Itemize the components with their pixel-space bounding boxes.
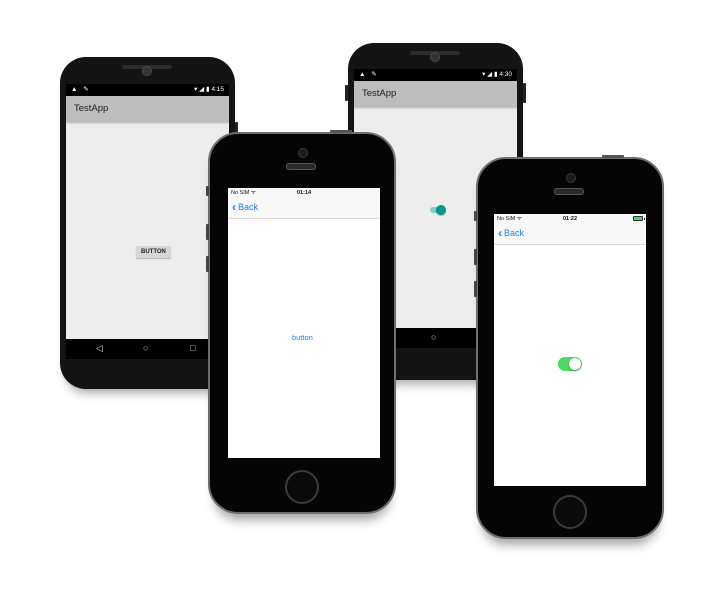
app-button[interactable]: button	[292, 333, 313, 342]
app-title: TestApp	[74, 103, 109, 114]
carrier-label: No SIM ᯤ	[497, 216, 522, 222]
nav-home-icon[interactable]: ○	[143, 343, 148, 353]
front-camera	[430, 52, 440, 62]
nav-back-icon[interactable]: ◁	[96, 343, 103, 354]
status-signal-icons: ▾ ◢ ▮	[194, 86, 210, 93]
status-notification-icons: ▲ ✎	[71, 86, 91, 93]
switch-knob	[569, 358, 581, 370]
home-button[interactable]	[553, 495, 587, 529]
ios-screen: No SIM ᯤ 01:14 ‹ Back button	[228, 188, 380, 458]
status-notification-icons: ▲ ✎	[359, 71, 379, 78]
earpiece-speaker	[554, 188, 584, 195]
status-time: 4:30	[499, 71, 512, 78]
mute-switch[interactable]	[206, 186, 209, 196]
status-bar: ▲ ✎ ▾ ◢ ▮ 4:15	[66, 84, 229, 96]
earpiece-speaker	[286, 163, 316, 170]
app-switch[interactable]	[558, 357, 582, 371]
status-time: 01:22	[562, 216, 578, 222]
status-time: 4:15	[211, 86, 224, 93]
back-label: Back	[238, 202, 259, 212]
volume-up-button[interactable]	[474, 249, 477, 265]
ios-status-bar: No SIM ᯤ 01:22	[494, 214, 646, 224]
status-signal-icons: ▾ ◢ ▮	[482, 71, 498, 78]
volume-down-button[interactable]	[206, 256, 209, 272]
android-screen: ▲ ✎ ▾ ◢ ▮ 4:15 TestApp BUTTON ◁ ○ □	[66, 84, 229, 359]
carrier-label: No SIM ᯤ	[231, 190, 256, 196]
switch-thumb	[436, 205, 446, 215]
front-camera	[142, 66, 152, 76]
nav-home-icon[interactable]: ○	[431, 332, 436, 342]
ios-nav-bar: ‹ Back	[228, 198, 380, 219]
home-button[interactable]	[285, 470, 319, 504]
back-button[interactable]: ‹ Back	[498, 227, 524, 240]
ios-nav-bar: ‹ Back	[494, 224, 646, 245]
app-toolbar: TestApp	[354, 81, 517, 107]
iphone-device-button: No SIM ᯤ 01:14 ‹ Back button	[206, 130, 396, 514]
ios-status-bar: No SIM ᯤ 01:14	[228, 188, 380, 198]
chevron-left-icon: ‹	[232, 200, 236, 214]
back-button[interactable]: ‹ Back	[232, 201, 258, 214]
status-time: 01:14	[296, 190, 312, 196]
app-toolbar: TestApp	[66, 96, 229, 122]
iphone-device-switch: No SIM ᯤ 01:22 ‹ Back	[474, 155, 664, 539]
power-button[interactable]	[523, 83, 526, 103]
battery-fill	[634, 217, 642, 220]
sleep-button[interactable]	[602, 155, 624, 158]
front-camera	[298, 148, 308, 158]
app-button[interactable]: BUTTON	[136, 246, 171, 258]
volume-up-button[interactable]	[206, 224, 209, 240]
app-switch[interactable]	[430, 205, 446, 215]
volume-button[interactable]	[345, 85, 348, 101]
sleep-button[interactable]	[330, 130, 352, 133]
ios-screen: No SIM ᯤ 01:22 ‹ Back	[494, 214, 646, 486]
mute-switch[interactable]	[474, 211, 477, 221]
app-title: TestApp	[362, 88, 397, 99]
front-camera	[566, 173, 576, 183]
chevron-left-icon: ‹	[498, 226, 502, 240]
status-bar: ▲ ✎ ▾ ◢ ▮ 4:30	[354, 69, 517, 81]
volume-down-button[interactable]	[474, 281, 477, 297]
nav-recent-icon[interactable]: □	[190, 343, 195, 353]
back-label: Back	[504, 228, 525, 238]
navigation-bar: ◁ ○ □	[66, 339, 229, 359]
battery-icon	[633, 216, 645, 221]
